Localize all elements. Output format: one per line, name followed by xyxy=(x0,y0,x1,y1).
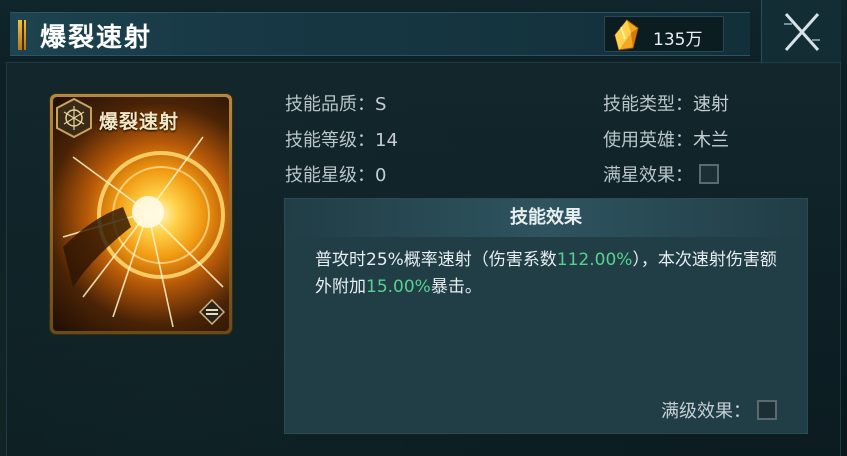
skill-effect-panel: 技能效果 普攻时25%概率速射（伤害系数112.00%），本次速射伤害额外附加1… xyxy=(284,198,808,434)
crystal-icon xyxy=(614,19,639,51)
skill-level-value: 14 xyxy=(375,130,398,151)
skill-quality-value: S xyxy=(375,94,387,115)
effect-text-part: 暴击。 xyxy=(430,277,482,297)
hero-row: 使用英雄：木兰 xyxy=(603,126,729,152)
hero-value: 木兰 xyxy=(693,130,729,151)
hero-label: 使用英雄： xyxy=(603,130,693,151)
skill-star-value: 0 xyxy=(375,165,387,186)
skill-star-row: 技能星级：0 xyxy=(285,161,386,187)
skill-level-row: 技能等级：14 xyxy=(285,126,398,152)
skill-star-label: 技能星级： xyxy=(285,165,375,186)
skill-level-label: 技能等级： xyxy=(285,130,375,151)
skill-card: 爆裂速射 xyxy=(50,94,232,334)
currency-value: 135万 xyxy=(653,30,703,50)
skill-effect-title: 技能效果 xyxy=(285,199,807,237)
skill-card-art: 爆裂速射 xyxy=(53,97,229,331)
header-bar: 爆裂速射 135万 xyxy=(0,0,847,64)
title-accent-bar xyxy=(18,20,26,50)
crit-bonus-value: 15.00% xyxy=(366,277,431,297)
skill-quality-label: 技能品质： xyxy=(285,94,375,115)
full-star-row: 满星效果： xyxy=(603,161,719,187)
max-level-checkbox[interactable] xyxy=(757,400,777,420)
full-star-checkbox[interactable] xyxy=(699,164,719,184)
effect-text-part: 普攻时25%概率速射（伤害系数 xyxy=(315,250,557,270)
page-title: 爆裂速射 xyxy=(40,23,153,53)
damage-coefficient-value: 112.00% xyxy=(556,250,633,270)
full-star-label: 满星效果： xyxy=(603,165,693,186)
max-level-label: 满级效果： xyxy=(661,401,751,422)
close-x-icon xyxy=(784,13,820,51)
skill-type-value: 速射 xyxy=(693,94,729,115)
skill-type-label: 技能类型： xyxy=(603,94,693,115)
card-name: 爆裂速射 xyxy=(99,111,180,133)
currency-display: 135万 xyxy=(604,16,724,52)
max-level-row: 满级效果： xyxy=(661,397,777,423)
rank-badge-icon xyxy=(199,299,225,325)
skill-emblem-icon xyxy=(56,97,92,139)
skill-effect-description: 普攻时25%概率速射（伤害系数112.00%），本次速射伤害额外附加15.00%… xyxy=(315,247,785,301)
skill-type-row: 技能类型：速射 xyxy=(603,90,729,116)
skill-quality-row: 技能品质：S xyxy=(285,90,386,116)
close-button[interactable] xyxy=(761,0,841,64)
